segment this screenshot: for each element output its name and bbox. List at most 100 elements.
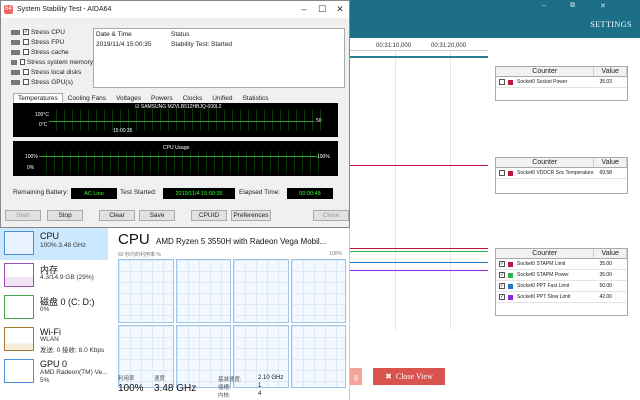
tab-voltages[interactable]: Voltages — [111, 93, 146, 103]
preferences-button[interactable]: Preferences — [231, 210, 271, 221]
memory-thumbnail — [4, 263, 34, 287]
close-icon[interactable]: ✕ — [600, 2, 606, 10]
stress-label: Stress cache — [31, 48, 69, 56]
stress-gpu-option[interactable]: Stress GPU(s) — [11, 77, 93, 87]
cores-value: 4 — [258, 391, 262, 397]
cpuid-button[interactable]: CPUID — [191, 210, 227, 221]
stress-fpu-option[interactable]: Stress FPU — [11, 37, 93, 47]
core-graph — [175, 259, 231, 323]
series-color-swatch — [508, 294, 513, 300]
stress-checkbox[interactable] — [23, 69, 29, 75]
temp-time-label: 15:00:35 — [113, 128, 133, 134]
stress-checkbox[interactable] — [23, 49, 29, 55]
action-buttons: Start Stop Clear Save CPUID Preferences … — [5, 210, 349, 221]
start-button[interactable]: Start — [5, 210, 41, 221]
stress-memory-option[interactable]: Stress system memory — [11, 57, 93, 67]
sidebar-item-memory[interactable]: 内存 4.3/14.9 GB (29%) — [0, 260, 108, 292]
series-color-swatch — [508, 79, 513, 85]
status-header: Status — [171, 31, 190, 38]
cache-icon — [11, 49, 20, 55]
table-row[interactable]: ✓ Socket0 PPT Slow Limit 42.00 — [496, 292, 627, 303]
cpu-model: AMD Ryzen 5 3550H with Radeon Vega Mobil… — [156, 237, 327, 246]
cpu-usage-line — [39, 156, 317, 157]
partial-button[interactable]: g — [350, 368, 362, 385]
table-row[interactable]: ✓ Socket0 STAPM Power 35.00 — [496, 270, 627, 281]
core-graph — [290, 259, 346, 323]
sidebar-item-label: CPU — [40, 231, 60, 241]
row-checkbox[interactable] — [499, 170, 505, 176]
stress-checkbox[interactable]: ✓ — [23, 29, 29, 35]
stress-checkbox[interactable] — [20, 59, 25, 65]
counter-value: 42.00 — [599, 294, 612, 300]
clear-button[interactable]: Clear — [99, 210, 135, 221]
memory-icon — [11, 59, 18, 65]
stress-disks-option[interactable]: Stress local disks — [11, 67, 93, 77]
row-checkbox[interactable]: ✓ — [499, 261, 505, 267]
counter-table: Counter Value Socket0 VDDCR Soc Temperat… — [495, 157, 628, 194]
counter-value: 50.00 — [599, 283, 612, 289]
sidebar-item-wifi[interactable]: Wi-Fi WLAN 发送: 0 接收: 8.0 Kbps — [0, 324, 108, 356]
socket-power-line — [350, 56, 488, 58]
grid-line — [450, 50, 451, 330]
close-view-label: Close View — [395, 372, 433, 381]
graph-grid — [39, 151, 319, 173]
tab-cooling-fans[interactable]: Cooling Fans — [63, 93, 111, 103]
temperature-graph: ☑ SAMSUNG MZVLB512HBJQ-000L2 100°C 0°C 1… — [13, 103, 338, 137]
battery-label: Remaining Battery: — [13, 189, 69, 196]
maximize-icon[interactable]: ☐ — [313, 4, 331, 15]
base-speed-value: 2.10 GHz — [258, 375, 284, 381]
temperature-legend: ☑ SAMSUNG MZVLB512HBJQ-000L2 — [135, 104, 221, 110]
row-checkbox[interactable]: ✓ — [499, 283, 505, 289]
sidebar-item-detail: 5% — [40, 377, 50, 384]
window-titlebar[interactable]: 64 System Stability Test - AIDA64 – ☐ ✕ — [1, 1, 349, 18]
date-time-header: Date & Time — [96, 31, 132, 38]
stress-cpu-option[interactable]: ✓ Stress CPU — [11, 27, 93, 37]
counter-value: 69.58 — [599, 170, 612, 176]
sidebar-item-detail: WLAN — [40, 336, 59, 343]
table-row[interactable]: Socket0 Socket Power 35.03 — [496, 77, 627, 88]
cpu-bottom-label: 0% — [27, 165, 35, 171]
minimize-icon[interactable]: – — [542, 2, 546, 9]
stress-cache-option[interactable]: Stress cache — [11, 47, 93, 57]
legend-label: SAMSUNG MZVLB512HBJQ-000L2 — [140, 104, 222, 110]
tab-statistics[interactable]: Statistics — [237, 93, 273, 103]
sidebar-item-gpu[interactable]: GPU 0 AMD Radeon(TM) Ve... 5% — [0, 356, 108, 388]
test-log-table: Date & Time Status 2019/11/4 15:00:35 St… — [93, 28, 345, 88]
minimize-icon[interactable]: – — [295, 4, 313, 15]
table-row[interactable]: ✓ Socket0 PPT Fast Limit 50.00 — [496, 281, 627, 292]
stop-button[interactable]: Stop — [47, 210, 83, 221]
sidebar-item-disk[interactable]: 磁盘 0 (C: D:) 0% — [0, 292, 108, 324]
graph-caption: 60 秒内的利用率 % — [118, 252, 161, 258]
restore-icon[interactable]: ⧉ — [570, 2, 575, 10]
counter-header: Counter — [496, 158, 595, 167]
speed-label: 速度 — [154, 376, 166, 382]
table-row[interactable]: ✓ Socket0 STAPM Limit 35.00 — [496, 259, 627, 270]
cores-label: 内核: — [218, 393, 231, 399]
row-checkbox[interactable] — [499, 79, 505, 85]
counter-table: Counter Value ✓ Socket0 STAPM Limit 35.00… — [495, 248, 628, 316]
row-checkbox[interactable]: ✓ — [499, 272, 505, 278]
series-color-swatch — [508, 170, 513, 176]
counter-value: 35.00 — [599, 272, 612, 278]
save-button[interactable]: Save — [139, 210, 175, 221]
sidebar-item-cpu[interactable]: CPU 100% 3.48 GHz — [0, 228, 108, 260]
page-title: CPU — [118, 231, 150, 248]
settings-link[interactable]: SETTINGS — [590, 20, 632, 29]
tab-temperatures[interactable]: Temperatures — [13, 93, 63, 103]
stress-checkbox[interactable] — [23, 79, 29, 85]
graph-grid — [49, 109, 327, 131]
tab-unified[interactable]: Unified — [207, 93, 237, 103]
table-row[interactable]: Socket0 VDDCR Soc Temperature 69.58 — [496, 168, 627, 179]
stress-checkbox[interactable] — [23, 39, 29, 45]
tab-clocks[interactable]: Clocks — [178, 93, 208, 103]
close-icon[interactable]: ✕ — [331, 4, 349, 15]
soc-temperature-line — [350, 165, 488, 166]
tab-powers[interactable]: Powers — [146, 93, 178, 103]
close-view-button[interactable]: ✖ Close View — [373, 368, 445, 385]
close-button[interactable]: Close — [313, 210, 349, 221]
counter-value: 35.00 — [599, 261, 612, 267]
row-checkbox[interactable]: ✓ — [499, 294, 505, 300]
counter-name: Socket0 PPT Slow Limit — [517, 294, 571, 300]
counter-header: Counter — [496, 67, 595, 76]
stress-options: ✓ Stress CPU Stress FPU Stress cache Stre… — [11, 27, 93, 87]
